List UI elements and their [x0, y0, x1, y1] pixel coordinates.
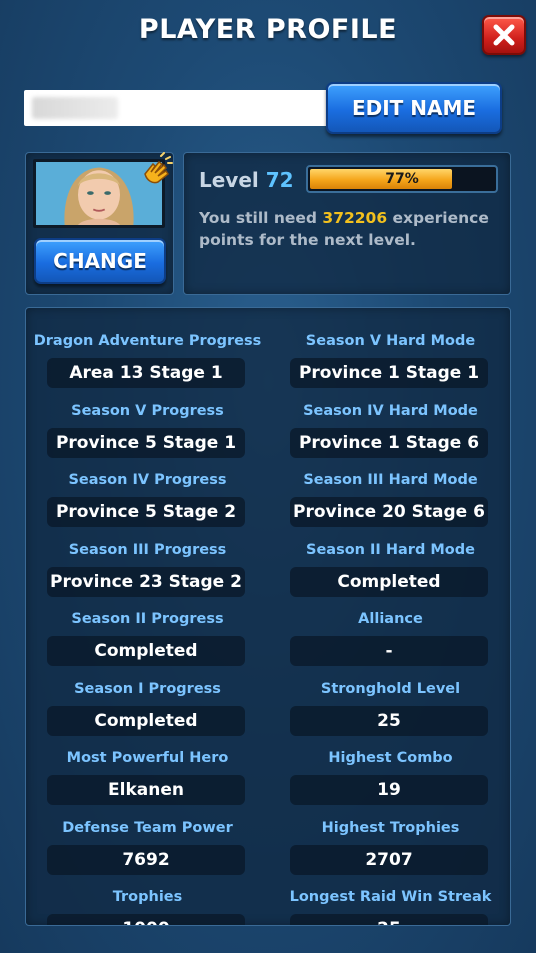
- xp-percent-label: 77%: [385, 171, 419, 187]
- stat-value: 2707: [290, 844, 488, 875]
- stat-label: Season III Hard Mode: [303, 472, 478, 488]
- stat-value: Province 23 Stage 2: [47, 566, 245, 597]
- stat-label: Season I Progress: [74, 680, 221, 697]
- stat-value: Area 13 Stage 1: [47, 358, 245, 388]
- stat-label: Stronghold Level: [320, 680, 461, 697]
- stat-label: Highest Trophies: [321, 819, 460, 836]
- xp-needed-text: You still need 372206 experience points …: [199, 207, 499, 251]
- page-title: PLAYER PROFILE: [138, 14, 398, 45]
- stat-value: 19: [290, 775, 488, 805]
- stat-label: Dragon Adventure Progress: [33, 333, 262, 349]
- xp-progress-bar: 77%: [306, 165, 498, 193]
- stat-value: Province 1 Stage 6: [290, 427, 488, 458]
- stat-value: Elkanen: [47, 775, 245, 805]
- stat-label: Alliance: [358, 611, 423, 627]
- stat-label: Season V Progress: [71, 402, 224, 419]
- stat-label: Season IV Progress: [68, 472, 227, 488]
- level-prefix: Level: [199, 168, 259, 192]
- stat-label: Longest Raid Win Streak: [289, 889, 492, 905]
- blurred-player-name: [32, 97, 118, 119]
- stat-label: Trophies: [112, 889, 183, 905]
- stat-value: 25: [290, 914, 488, 925]
- stat-label: Season II Progress: [71, 611, 224, 627]
- stat-label: Season IV Hard Mode: [303, 402, 478, 419]
- stat-value: Province 5 Stage 2: [47, 497, 245, 527]
- stat-value: Province 20 Stage 6: [290, 497, 488, 527]
- stat-label: Season V Hard Mode: [305, 333, 476, 349]
- change-avatar-button[interactable]: CHANGE: [34, 238, 166, 284]
- stat-label: Season II Hard Mode: [306, 541, 475, 558]
- stat-label: Season III Progress: [68, 541, 227, 558]
- level-number: 72: [265, 168, 294, 192]
- stat-value: Province 5 Stage 1: [47, 427, 245, 458]
- stats-panel[interactable]: Dragon Adventure Progress Area 13 Stage 1…: [25, 307, 511, 926]
- stat-label: Most Powerful Hero: [66, 750, 229, 766]
- stat-value: 7692: [47, 844, 245, 875]
- waving-hand-icon: [144, 152, 173, 184]
- edit-name-button[interactable]: EDIT NAME: [326, 82, 502, 134]
- stat-value: Completed: [290, 566, 488, 597]
- stat-value: 1000: [47, 914, 245, 925]
- close-icon: [493, 24, 515, 46]
- stat-value: Completed: [47, 705, 245, 736]
- stat-value: Completed: [47, 636, 245, 666]
- xp-note-before: You still need: [199, 209, 318, 227]
- stat-value: 25: [290, 705, 488, 736]
- stat-value: Province 1 Stage 1: [290, 358, 488, 388]
- stat-value: -: [290, 636, 488, 666]
- close-button[interactable]: [482, 15, 526, 55]
- xp-needed-value: 372206: [322, 209, 388, 227]
- level-label: Level 72: [199, 168, 294, 192]
- stat-label: Defense Team Power: [62, 819, 233, 836]
- stat-label: Highest Combo: [328, 750, 453, 766]
